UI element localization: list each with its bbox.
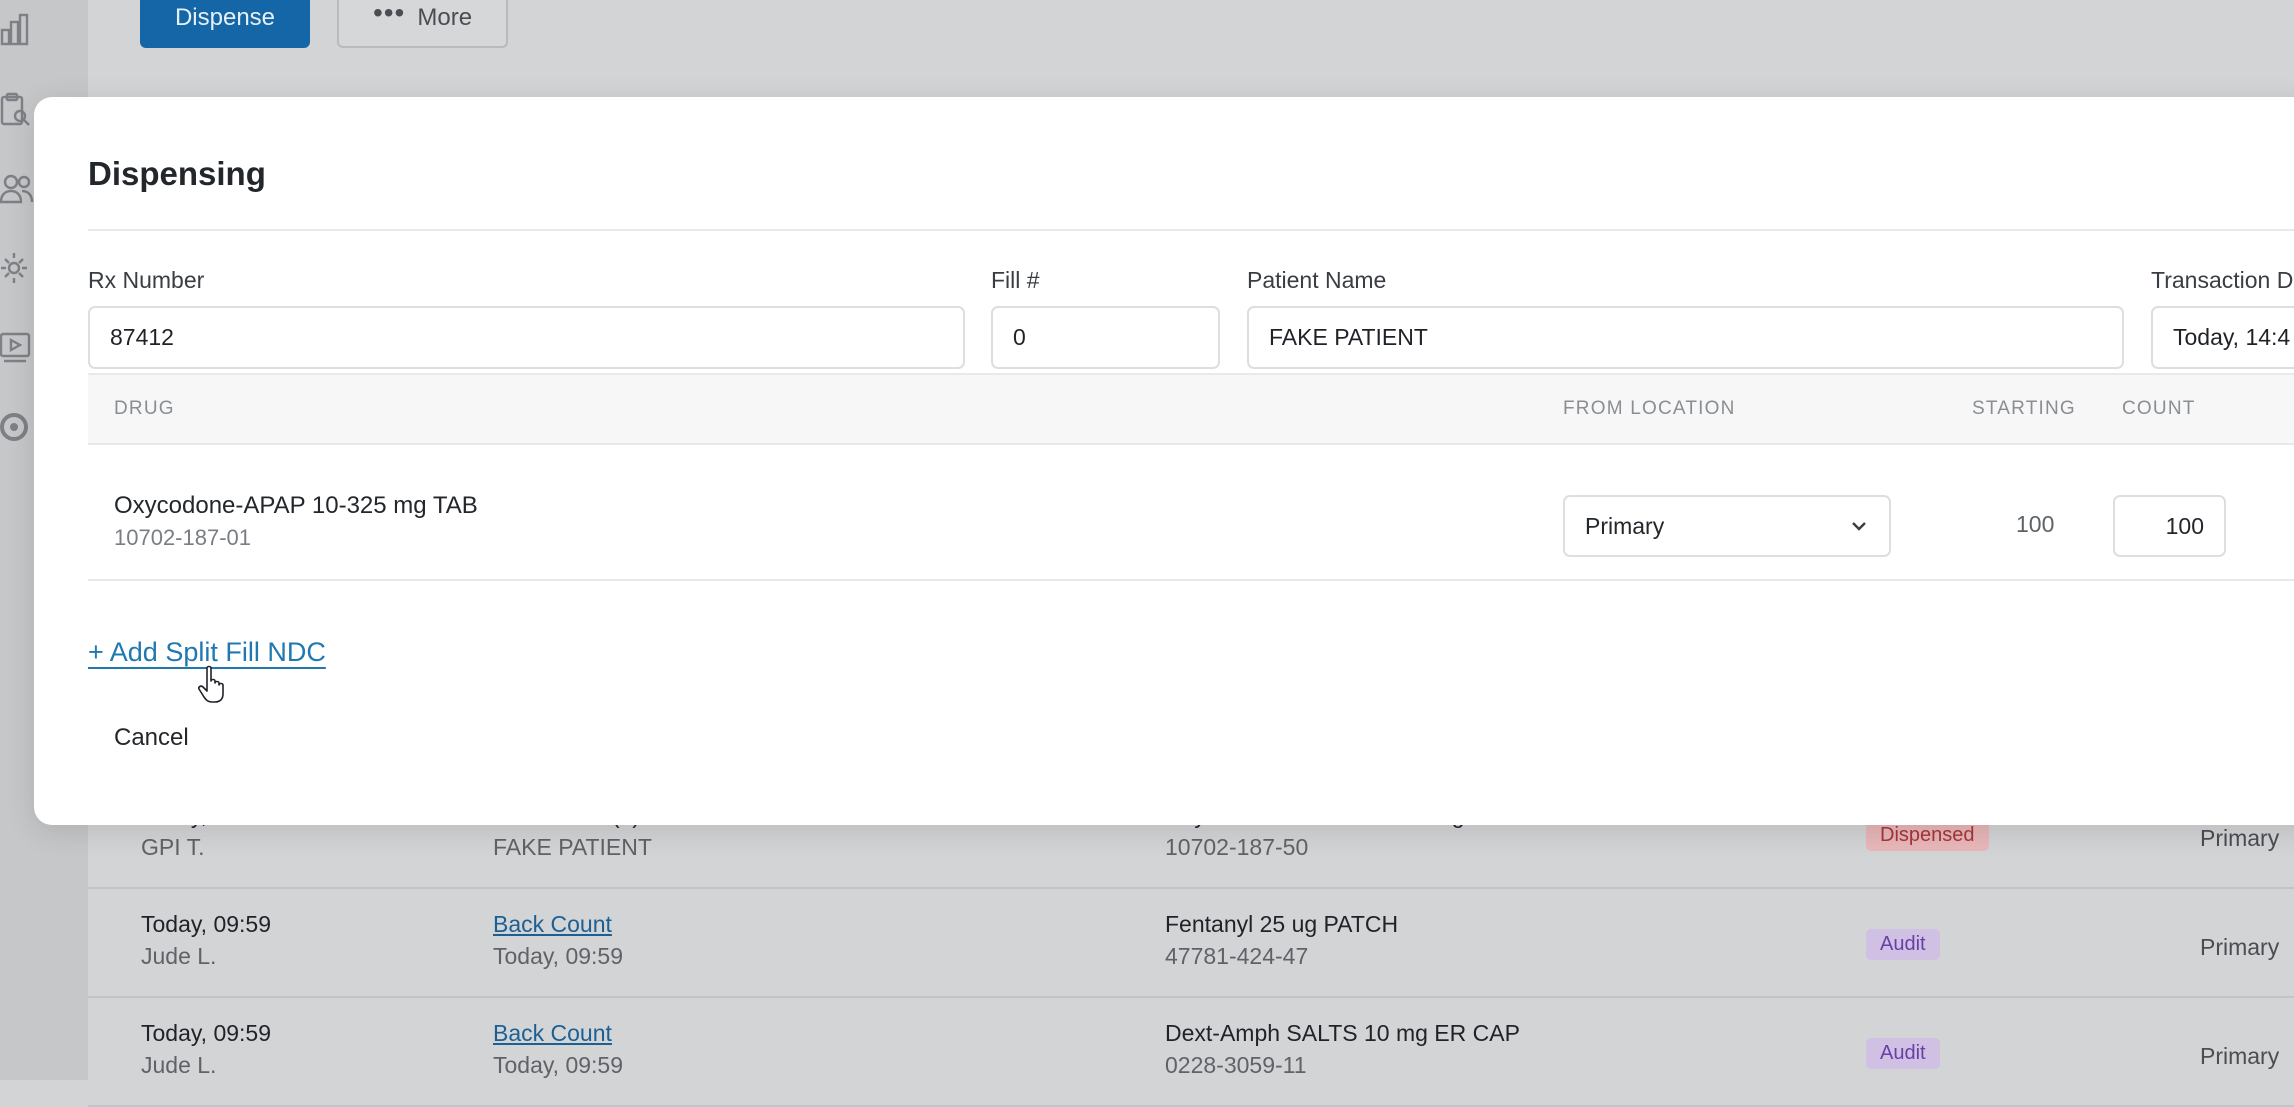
dispense-button[interactable]: Dispense bbox=[140, 0, 310, 48]
title-divider bbox=[88, 229, 2294, 231]
transaction-list: Today, 10:11 GPI T. Rx - 47428 (0) FAKE … bbox=[88, 780, 2294, 1107]
from-location-select[interactable]: Primary bbox=[1563, 495, 1891, 557]
from-location-value: Primary bbox=[1585, 512, 1665, 539]
back-count-link[interactable]: Back Count bbox=[493, 908, 623, 940]
row-ref-sub: FAKE PATIENT bbox=[493, 834, 652, 860]
more-label: More bbox=[417, 4, 473, 31]
count-column-header: COUNT bbox=[2122, 398, 2196, 419]
back-count-link[interactable]: Back Count bbox=[493, 1017, 623, 1049]
fill-label: Fill # bbox=[991, 267, 1040, 293]
transaction-date-field[interactable]: Today, 14:4 bbox=[2151, 306, 2294, 369]
row-ndc: 0228-3059-11 bbox=[1165, 1052, 1307, 1078]
row-location: Primary bbox=[2200, 825, 2280, 851]
status-badge: Audit bbox=[1866, 929, 1940, 960]
row-ref-sub: Today, 09:59 bbox=[493, 943, 624, 969]
status-badge: Audit bbox=[1866, 1038, 1940, 1069]
drug-column-header: DRUG bbox=[114, 398, 175, 419]
row-time: Today, 09:59 bbox=[141, 911, 272, 937]
row-location: Primary bbox=[2200, 1043, 2280, 1069]
clipboard-search-icon[interactable] bbox=[0, 92, 36, 128]
more-button[interactable]: ••• More bbox=[337, 0, 508, 48]
row-time: Today, 09:59 bbox=[141, 1020, 272, 1046]
from-location-column-header: FROM LOCATION bbox=[1563, 398, 1736, 419]
drug-ndc: 10702-187-01 bbox=[114, 525, 252, 550]
starting-column-header: STARTING bbox=[1972, 398, 2076, 419]
chart-icon[interactable] bbox=[0, 12, 36, 48]
row-user: Jude L. bbox=[141, 1052, 217, 1078]
more-dots-icon: ••• bbox=[372, 0, 406, 28]
patient-name-label: Patient Name bbox=[1247, 267, 1387, 293]
rx-number-field[interactable]: 87412 bbox=[88, 306, 965, 369]
count-input[interactable]: 100 bbox=[2113, 495, 2226, 557]
drug-table-header: DRUG FROM LOCATION STARTING COUNT bbox=[88, 373, 2294, 445]
row-user: Jude L. bbox=[141, 943, 217, 969]
rx-number-label: Rx Number bbox=[88, 267, 205, 293]
drug-name: Oxycodone-APAP 10-325 mg TAB bbox=[114, 492, 478, 519]
dispensing-modal: Dispensing Rx Number 87412 Fill # 0 Pati… bbox=[34, 97, 2294, 825]
modal-title: Dispensing bbox=[88, 155, 266, 192]
row-drug: Fentanyl 25 ug PATCH bbox=[1165, 911, 1399, 937]
logo-icon[interactable] bbox=[0, 410, 36, 446]
table-row[interactable]: Today, 09:59 Jude L. Back Count Today, 0… bbox=[88, 998, 2294, 1107]
row-divider bbox=[88, 579, 2294, 581]
row-location: Primary bbox=[2200, 934, 2280, 960]
cancel-button[interactable]: Cancel bbox=[114, 724, 189, 752]
row-ndc: 10702-187-50 bbox=[1165, 834, 1309, 860]
row-drug: Dext-Amph SALTS 10 mg ER CAP bbox=[1165, 1020, 1520, 1046]
patient-name-field[interactable]: FAKE PATIENT bbox=[1247, 306, 2124, 369]
hand-cursor-icon bbox=[198, 665, 224, 703]
row-ndc: 47781-424-47 bbox=[1165, 943, 1309, 969]
gear-icon[interactable] bbox=[0, 250, 36, 286]
transaction-date-label: Transaction D bbox=[2151, 267, 2294, 293]
chevron-down-icon bbox=[1852, 522, 1866, 531]
row-user: GPI T. bbox=[141, 834, 205, 860]
fill-field[interactable]: 0 bbox=[991, 306, 1220, 369]
users-icon[interactable] bbox=[0, 172, 36, 208]
video-icon[interactable] bbox=[0, 330, 36, 366]
starting-count: 100 bbox=[2016, 511, 2055, 537]
table-row[interactable]: Today, 09:59 Jude L. Back Count Today, 0… bbox=[88, 889, 2294, 998]
row-ref-sub: Today, 09:59 bbox=[493, 1052, 624, 1078]
